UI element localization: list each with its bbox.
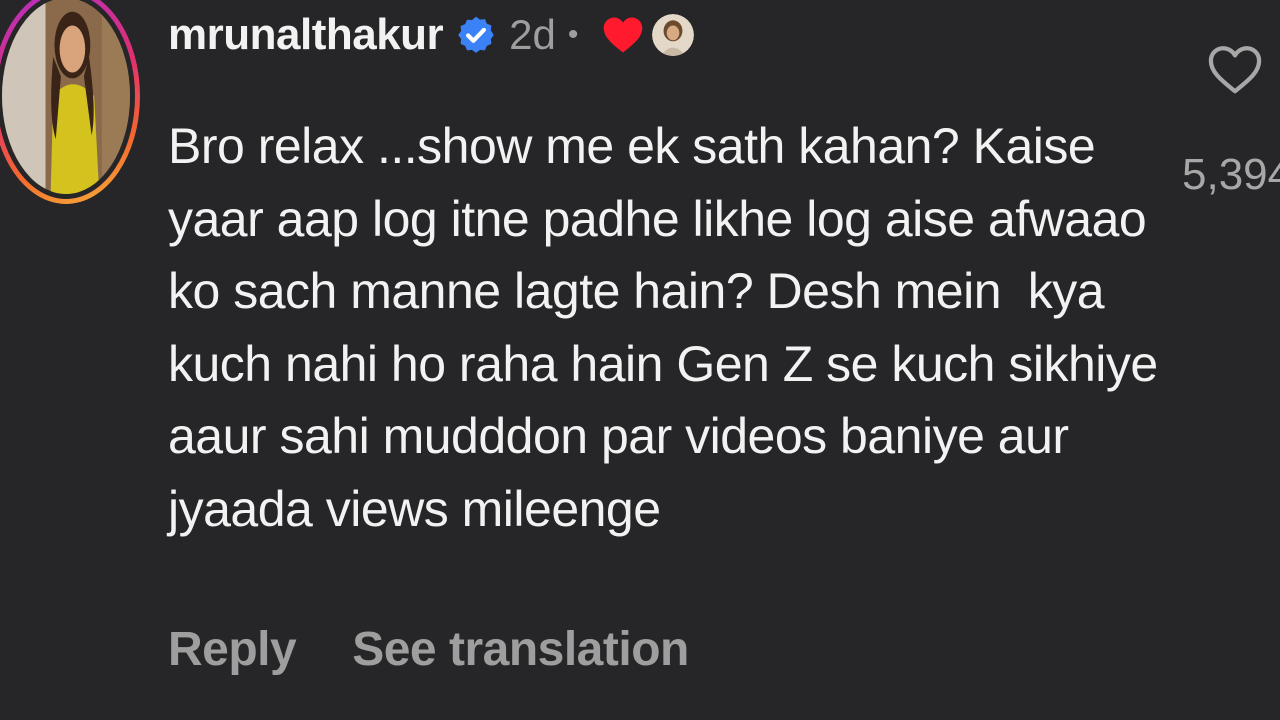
comment-text: Bro relax ...show me ek sath kahan? Kais… [168, 110, 1158, 545]
story-ring[interactable] [0, 0, 140, 204]
reply-button[interactable]: Reply [168, 622, 297, 677]
red-heart-icon [604, 17, 643, 53]
avatar [2, 0, 130, 194]
verified-badge-icon [458, 16, 495, 53]
comment-screen: mrunalthakur 2d • Bro relax ...show me e… [0, 0, 1280, 720]
comment-line: yaar aap log itne padhe likhe log aise a… [168, 190, 1147, 247]
heart-outline-icon[interactable] [1206, 44, 1264, 96]
username[interactable]: mrunalthakur [168, 10, 444, 60]
liked-by-author-avatar [652, 14, 695, 56]
comment-line: jyaada views mileenge [168, 480, 661, 537]
comment-header: mrunalthakur 2d • [168, 4, 695, 66]
comment-line: ko sach manne lagte hain? Desh mein kya [168, 263, 1105, 319]
see-translation-button[interactable]: See translation [352, 622, 689, 677]
separator-dot: • [567, 18, 579, 51]
comment-actions: Reply See translation [168, 622, 689, 677]
comment-timestamp: 2d [509, 11, 556, 58]
comment-line: kuch nahi ho raha hain Gen Z se kuch sik… [168, 335, 1158, 392]
comment-line: Bro relax ...show me ek sath kahan? Kais… [168, 118, 1096, 174]
like-count: 5,394 [1182, 150, 1280, 199]
avatar-frame [0, 0, 135, 199]
comment-line: aaur sahi mudddon par videos baniye aur [168, 408, 1069, 464]
